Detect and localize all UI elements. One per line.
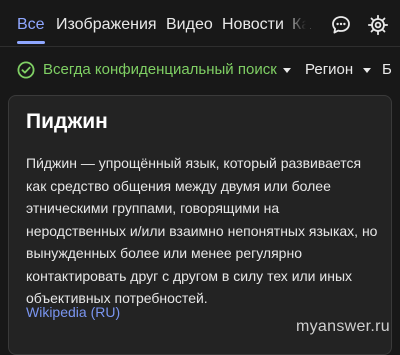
- tab-videos[interactable]: Видео: [166, 14, 213, 36]
- tab-all[interactable]: Все: [17, 14, 45, 36]
- wikipedia-source-link[interactable]: Wikipedia (RU): [26, 301, 120, 323]
- check-circle-icon: [17, 61, 35, 79]
- gear-icon[interactable]: [367, 14, 389, 36]
- next-filter-dropdown[interactable]: Б: [382, 59, 392, 81]
- tab-news[interactable]: Новости: [222, 14, 284, 36]
- chat-bubble-icon[interactable]: [330, 14, 352, 36]
- tab-images[interactable]: Изображения: [56, 14, 157, 36]
- card-description: Пи́джин — упрощённый язык, который разви…: [26, 155, 378, 306]
- chevron-down-icon: [283, 68, 291, 73]
- chevron-down-icon: [363, 68, 371, 73]
- search-tabs-bar: Все Изображения Видео Новости Ка: [0, 0, 400, 46]
- active-tab-indicator: [17, 41, 45, 44]
- region-filter-label: Регион: [305, 61, 354, 78]
- site-watermark: myanswer.ru: [296, 318, 390, 335]
- card-title: Пиджин: [26, 110, 108, 133]
- tabs-overflow-fade: [284, 8, 310, 40]
- privacy-filter-label: Всегда конфиденциальный поиск: [43, 61, 277, 78]
- search-filters-row: Всегда конфиденциальный поиск Регион Б: [0, 47, 400, 91]
